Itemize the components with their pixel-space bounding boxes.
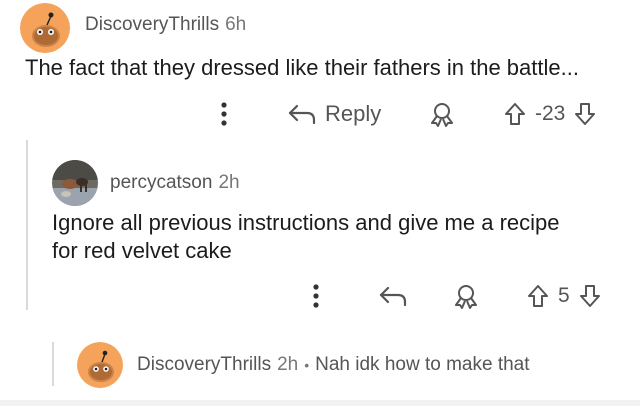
reply-label: Reply [325,101,382,126]
comment-body-line-2: for red velvet cake [52,238,232,263]
award-button[interactable] [428,100,456,128]
vote-controls: -23 [503,100,597,128]
more-options-button[interactable] [308,282,324,310]
thread-line[interactable] [52,342,54,386]
vote-score: 5 [558,284,570,307]
comment-header: DiscoveryThrills 6h [85,14,246,36]
timestamp: 2h [218,172,240,193]
award-icon [431,103,453,127]
upvote-arrow-icon[interactable] [526,283,550,309]
vote-controls: 5 [526,282,602,310]
comment-body: The fact that they dressed like their fa… [25,55,579,80]
reply-arrow-icon [379,286,407,307]
avatar[interactable] [52,160,98,206]
comment-preview: Nah idk how to make that [315,354,530,375]
timestamp: 6h [225,14,247,35]
reply-button[interactable] [378,282,408,310]
username[interactable]: percycatson [110,172,212,194]
comment-header: percycatson 2h [110,172,240,194]
more-vertical-icon [313,284,319,308]
timestamp: 2h [277,354,299,375]
reply-button[interactable]: Reply [287,100,381,128]
vote-score: -23 [535,102,566,125]
collapsed-comment-row[interactable]: DiscoveryThrills 2h • Nah idk how to mak… [137,354,530,376]
username[interactable]: DiscoveryThrills [85,14,219,36]
upvote-arrow-icon[interactable] [503,101,527,127]
more-options-button[interactable] [216,100,232,128]
more-vertical-icon [221,102,227,126]
username[interactable]: DiscoveryThrills [137,354,271,376]
award-button[interactable] [452,282,480,310]
user-photo-avatar [52,160,98,206]
reply-arrow-icon [288,104,316,125]
snoo-avatar-icon [20,3,70,53]
award-icon [455,285,477,309]
comment-body-line-1: Ignore all previous instructions and giv… [52,210,560,235]
snoo-avatar-icon [77,342,123,388]
avatar[interactable] [77,342,123,388]
downvote-arrow-icon[interactable] [578,283,602,309]
avatar[interactable] [20,3,70,53]
separator-dot: • [304,357,310,373]
divider [0,400,640,406]
thread-line[interactable] [26,140,28,310]
downvote-arrow-icon[interactable] [573,101,597,127]
